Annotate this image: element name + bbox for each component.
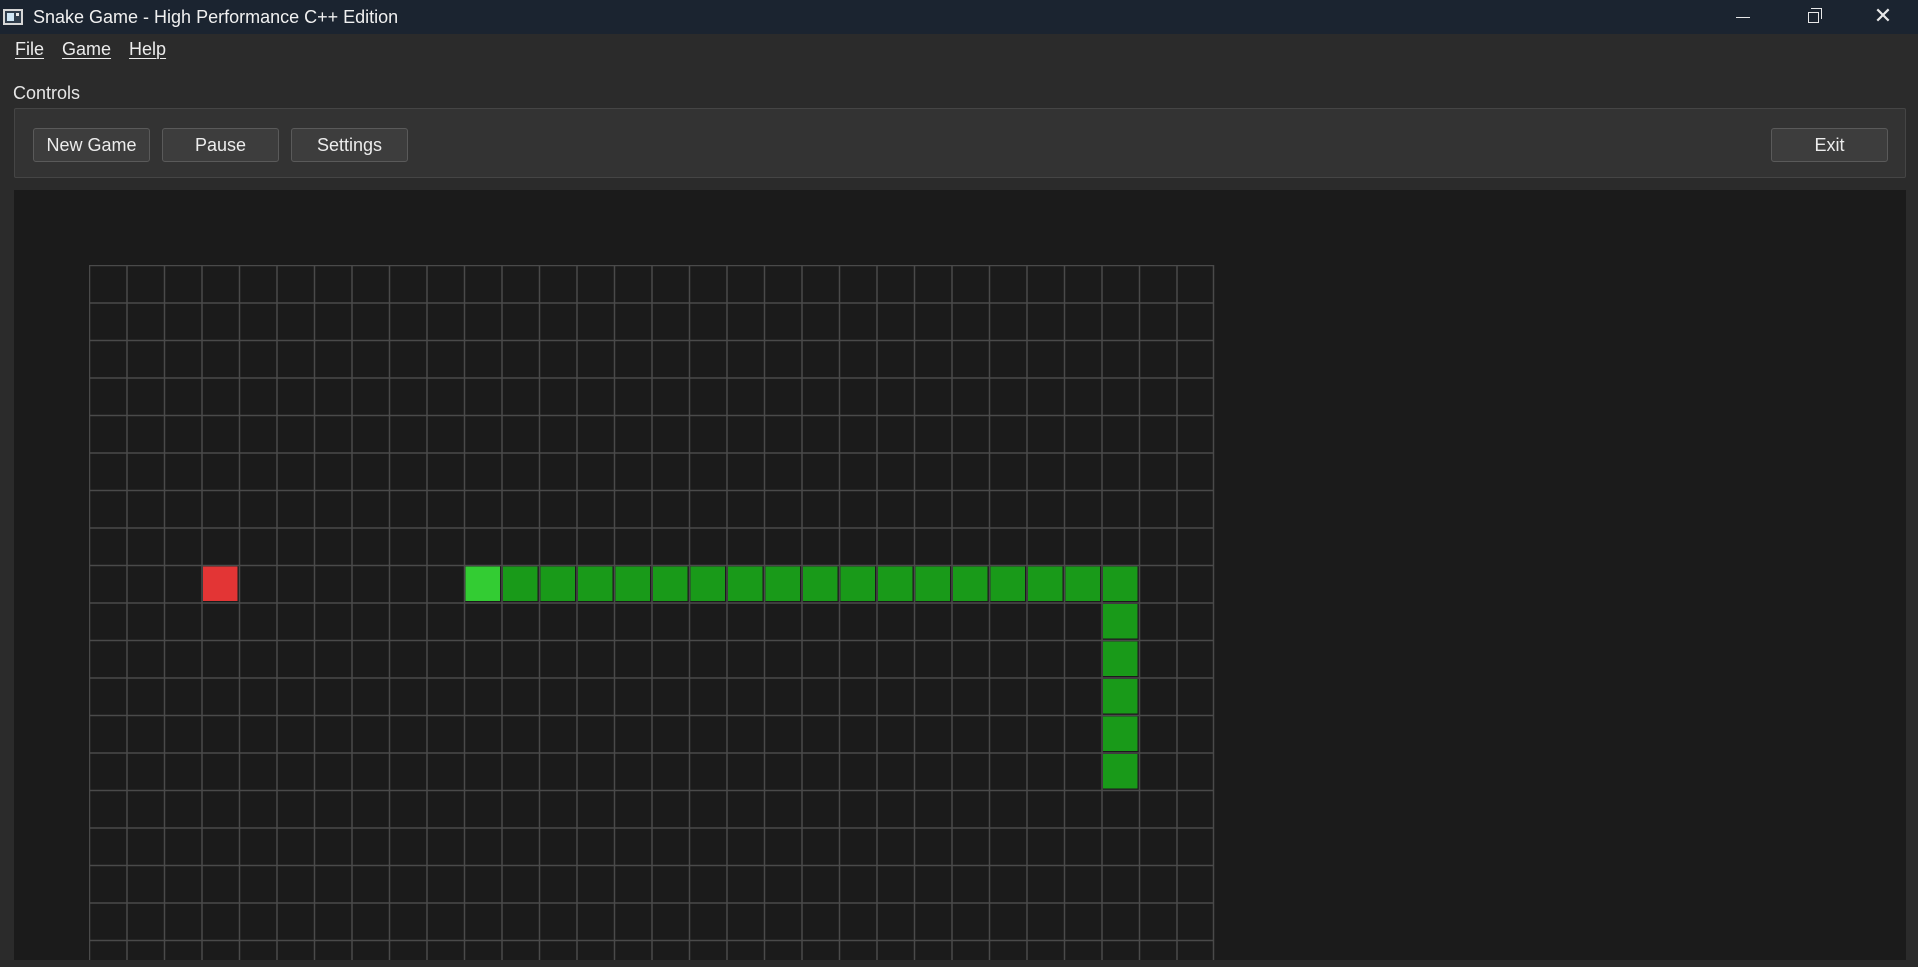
- settings-button[interactable]: Settings: [291, 128, 408, 162]
- game-board: [89, 265, 1216, 960]
- snake-body-segment: [728, 566, 763, 601]
- title-bar: Snake Game - High Performance C++ Editio…: [0, 0, 1918, 34]
- menu-help[interactable]: Help: [121, 39, 176, 60]
- controls-group-label: Controls: [13, 83, 81, 103]
- restore-icon: [1807, 7, 1822, 23]
- snake-body-segment: [915, 566, 950, 601]
- snake-body-segment: [1065, 566, 1100, 601]
- controls-group: New Game Pause Settings Exit: [14, 108, 1906, 178]
- snake-body-segment: [578, 566, 613, 601]
- close-button[interactable]: ✕: [1848, 0, 1918, 34]
- snake-body-segment: [1103, 566, 1138, 601]
- pause-button[interactable]: Pause: [162, 128, 279, 162]
- minimize-icon: [1736, 16, 1750, 18]
- close-icon: ✕: [1873, 4, 1893, 29]
- snake-body-segment: [840, 566, 875, 601]
- snake-body-segment: [1103, 641, 1138, 676]
- menu-bar: File Game Help: [0, 34, 1918, 64]
- food-cell: [203, 566, 238, 601]
- menu-file[interactable]: File: [0, 39, 54, 60]
- snake-body-segment: [1103, 679, 1138, 714]
- snake-body-segment: [953, 566, 988, 601]
- minimize-button[interactable]: [1708, 0, 1778, 34]
- restore-button[interactable]: [1778, 0, 1848, 34]
- snake-body-segment: [653, 566, 688, 601]
- snake-body-segment: [1028, 566, 1063, 601]
- snake-body-segment: [503, 566, 538, 601]
- snake-body-segment: [765, 566, 800, 601]
- board-grid: [89, 265, 1215, 960]
- snake-body-segment: [1103, 604, 1138, 639]
- snake-body-segment: [990, 566, 1025, 601]
- menu-game[interactable]: Game: [54, 39, 121, 60]
- snake-body-segment: [803, 566, 838, 601]
- snake-body-segment: [1103, 716, 1138, 751]
- new-game-button[interactable]: New Game: [33, 128, 150, 162]
- snake-body-segment: [878, 566, 913, 601]
- app-window-icon: [3, 9, 23, 25]
- snake-body-segment: [1103, 754, 1138, 789]
- window-controls: ✕: [1708, 0, 1918, 34]
- snake-body-segment: [690, 566, 725, 601]
- exit-button[interactable]: Exit: [1771, 128, 1888, 162]
- snake-head: [465, 566, 500, 601]
- snake-body-segment: [615, 566, 650, 601]
- snake-body-segment: [540, 566, 575, 601]
- game-canvas[interactable]: [14, 190, 1906, 960]
- window-bottom-edge: [0, 960, 1918, 967]
- window-title: Snake Game - High Performance C++ Editio…: [33, 6, 399, 27]
- grid-lines: [89, 265, 1215, 960]
